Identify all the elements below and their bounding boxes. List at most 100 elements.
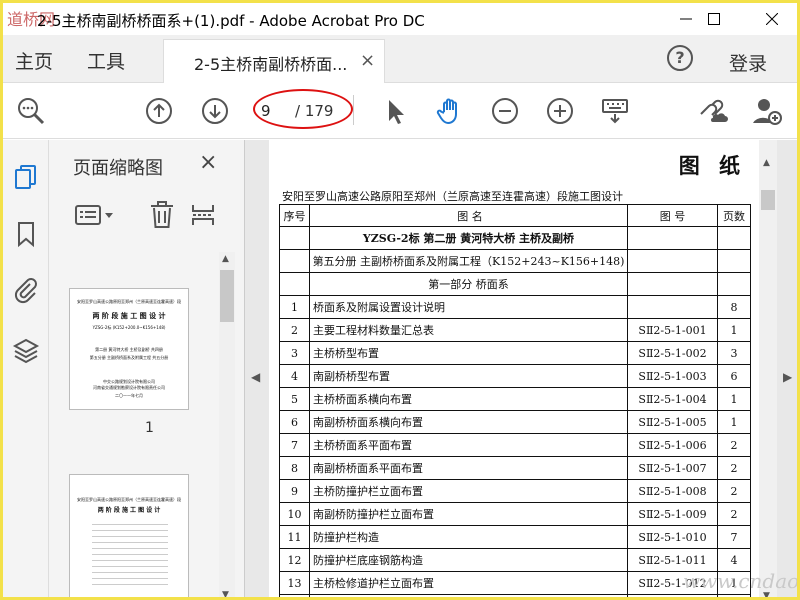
toolbar [3, 83, 797, 139]
section-title: 第五分册 主副桥桥面系及附属工程（K152+243~K156+148) [309, 249, 628, 273]
row-drawing-code: SⅡ2-5-1-009 [627, 502, 718, 526]
tab-row: 主页 工具 2-5主桥南副桥桥面... × ? 登录 [3, 35, 797, 83]
expand-right-panel-icon[interactable]: ▶ [783, 370, 792, 384]
row-page-count: 2 [717, 479, 751, 503]
row-number: 10 [279, 502, 310, 526]
bookmark-icon[interactable] [12, 220, 40, 248]
header-name: 图 名 [309, 204, 628, 227]
row-drawing-code: SⅡ2-5-1-007 [627, 456, 718, 480]
watermark: www.cndao.com [683, 569, 799, 593]
scroll-up-icon[interactable]: ▲ [763, 158, 770, 168]
scroll-down-icon[interactable]: ▼ [222, 590, 229, 597]
table-row: 10 南副桥防撞护栏立面布置 SⅡ2-5-1-009 2 [279, 502, 751, 526]
tab-close-button[interactable]: × [360, 50, 375, 71]
row-page-count: 8 [717, 295, 751, 319]
row-drawing-name: 桥面系及附属设置设计说明 [309, 295, 628, 319]
keyboard-tool-button[interactable] [599, 95, 631, 127]
table-section-row: 第五分册 主副桥桥面系及附属工程（K152+243~K156+148) [279, 249, 751, 273]
zoom-out-button[interactable] [489, 95, 521, 127]
table-row: 6 南副桥桥面系横向布置 SⅡ2-5-1-005 1 [279, 410, 751, 434]
zoom-in-button[interactable] [544, 95, 576, 127]
page-heading: 图 纸 [678, 153, 746, 178]
find-button[interactable] [15, 95, 47, 127]
document-tab-label: 2-5主桥南副桥桥面... [194, 55, 348, 74]
table-row [279, 594, 751, 597]
login-button[interactable]: 登录 [729, 49, 767, 76]
table-section-row: 第一部分 桥面系 [279, 272, 751, 296]
drawing-index-table: 序号 图 名 图 号 页数 YZSG-2标 第二册 黄河特大桥 主桥及副桥 第五… [279, 204, 751, 597]
maximize-button[interactable] [691, 3, 737, 35]
page-thumbnail-1[interactable]: 安阳至罗山高速公路原阳至郑州（兰原高速至连霍高速）段 两 阶 段 施 工 图 设… [69, 288, 189, 410]
layers-icon[interactable] [12, 336, 40, 364]
next-page-button[interactable] [199, 95, 231, 127]
row-drawing-code: SⅡ2-5-1-005 [627, 410, 718, 434]
row-drawing-name: 南副桥桥型布置 [309, 364, 628, 388]
arrow-up-circle-icon [146, 98, 172, 124]
close-icon [766, 13, 778, 25]
thumbnail-text: 两 阶 段 施 工 图 设 计 [92, 312, 166, 320]
page-thumbnails-icon[interactable] [12, 162, 40, 190]
pdf-page: 图 纸 安阳至罗山高速公路原阳至郑州（兰原高速至连霍高速）段施工图设计 序号 图… [269, 140, 764, 597]
thumbnail-panel-title: 页面缩略图 [73, 158, 163, 179]
row-drawing-name: 主桥防撞护栏立面布置 [309, 479, 628, 503]
menu-home[interactable]: 主页 [15, 47, 53, 74]
close-window-button[interactable] [749, 3, 795, 35]
table-row: 5 主桥桥面系横向布置 SⅡ2-5-1-004 1 [279, 387, 751, 411]
row-drawing-code: SⅡ2-5-1-008 [627, 479, 718, 503]
row-number: 2 [279, 318, 310, 342]
row-page-count: 2 [717, 433, 751, 457]
add-user-button[interactable] [751, 95, 783, 127]
thumbnail-scrollbar[interactable]: ▲ ▼ [219, 252, 235, 597]
document-tab[interactable]: 2-5主桥南副桥桥面... × [163, 39, 385, 83]
thumbnail-text: 安阳至罗山高速公路原阳至郑州（兰原高速至连霍高速）段 [77, 497, 181, 502]
thumbnail-panel-close-button[interactable]: × [199, 150, 217, 175]
list-options-icon [75, 205, 113, 225]
row-drawing-code: SⅡ2-5-1-002 [627, 341, 718, 365]
row-number: 3 [279, 341, 310, 365]
navigation-rail [3, 140, 49, 597]
row-drawing-name: 主桥桥面系横向布置 [309, 387, 628, 411]
row-drawing-name: 南副桥桥面系平面布置 [309, 456, 628, 480]
scroll-up-icon[interactable]: ▲ [222, 254, 229, 264]
cursor-arrow-icon [389, 100, 404, 124]
table-row: 11 防撞护栏构造 SⅡ2-5-1-010 7 [279, 525, 751, 549]
table-row: 3 主桥桥型布置 SⅡ2-5-1-002 3 [279, 341, 751, 365]
hand-tool-button[interactable] [435, 95, 467, 127]
table-row: 7 主桥桥面系平面布置 SⅡ2-5-1-006 2 [279, 433, 751, 457]
thumbnail-options-button[interactable] [75, 200, 115, 230]
section-title: YZSG-2标 第二册 黄河特大桥 主桥及副桥 [309, 226, 628, 250]
row-drawing-name: 防撞护栏底座钢筋构造 [309, 548, 628, 572]
row-drawing-code: SⅡ2-5-1-003 [627, 364, 718, 388]
scrollbar-thumb[interactable] [220, 270, 234, 322]
minus-circle-icon [492, 98, 518, 124]
add-user-icon [753, 99, 782, 125]
highlight-annotation [253, 89, 353, 129]
row-page-count: 2 [717, 456, 751, 480]
thumbnail-panel: 页面缩略图 × 安阳至罗山高速公路原阳至郑州（兰原高速至连霍高速）段 两 阶 段… [49, 140, 245, 597]
row-page-count: 6 [717, 364, 751, 388]
question-icon[interactable]: ? [667, 45, 693, 71]
scrollbar-thumb[interactable] [761, 190, 775, 210]
previous-page-button[interactable] [143, 95, 175, 127]
collapse-left-panel-icon[interactable]: ◀ [251, 370, 260, 384]
extract-page-button[interactable] [189, 200, 217, 230]
row-drawing-name: 主桥桥型布置 [309, 341, 628, 365]
select-tool-button[interactable] [379, 95, 411, 127]
page-thumbnail-2[interactable]: 安阳至罗山高速公路原阳至郑州（兰原高速至连霍高速）段 两 阶 段 施 工 图 设… [69, 474, 189, 597]
paperclip-icon[interactable] [12, 276, 40, 304]
table-row: 1 桥面系及附属设置设计说明 8 [279, 295, 751, 319]
row-drawing-name [309, 594, 628, 597]
row-page-count: 1 [717, 318, 751, 342]
thumbnail-content [92, 519, 168, 589]
row-drawing-name: 南副桥桥面系横向布置 [309, 410, 628, 434]
acrobat-window: 道桥网 2-5主桥南副桥桥面系+(1).pdf - Adobe Acrobat … [0, 0, 800, 600]
cloud-link-icon [700, 99, 728, 122]
row-number: 13 [279, 571, 310, 595]
page-split-icon [192, 205, 214, 225]
thumbnail-text: YZSG-2标 (K152+200.0~K156+148) [92, 325, 166, 330]
document-scrollbar[interactable]: ▲ ▼ [759, 140, 777, 597]
hand-icon [436, 98, 457, 125]
menu-tools[interactable]: 工具 [87, 47, 125, 74]
delete-page-button[interactable] [149, 200, 175, 230]
share-link-button[interactable] [697, 95, 729, 127]
